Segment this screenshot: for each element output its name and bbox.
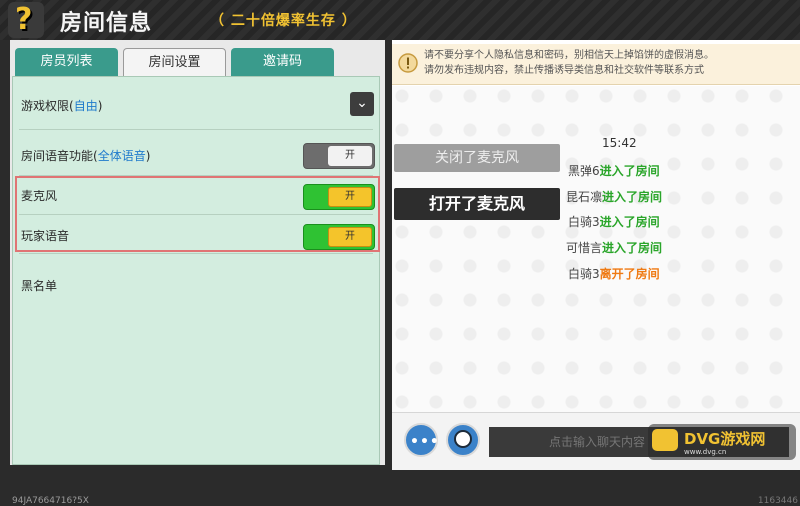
highlight-box	[15, 176, 380, 252]
site-watermark: DVG游戏网 www.dvg.cn	[648, 424, 796, 460]
player-name: 白骑3	[568, 215, 600, 229]
page-title: 房间信息	[60, 11, 153, 36]
room-id-footer: 94JA7664716?5X	[12, 496, 89, 506]
more-options-button[interactable]: •••	[404, 423, 440, 457]
settings-panel: 房员列表 房间设置 邀请码 游戏权限(自由) ⌄ 房间语音功能(全体语音) 开 …	[10, 40, 385, 506]
chevron-down-icon: ⌄	[356, 95, 368, 111]
blacklist-label[interactable]: 黑名单	[21, 277, 57, 294]
chat-log[interactable]: 关闭了麦克风 15:42 打开了麦克风 黑弹6进入了房间 昆石凛进入了房间 白骑…	[392, 86, 800, 416]
smiley-icon	[454, 430, 472, 448]
ellipsis-icon: •••	[410, 434, 440, 450]
notice-line-1: 请不要分享个人隐私信息和密码，别相信天上掉馅饼的虚假消息。	[424, 50, 714, 61]
safety-notice: 请不要分享个人隐私信息和密码，别相信天上掉馅饼的虚假消息。 请勿发布违规内容，禁…	[392, 44, 800, 85]
game-permission-row: 游戏权限(自由)	[21, 99, 103, 113]
chat-timestamp: 15:42	[602, 136, 637, 150]
message-action: 进入了房间	[599, 215, 660, 229]
game-permission-label: 游戏权限	[21, 99, 70, 113]
room-voice-toggle[interactable]: 开	[303, 143, 375, 169]
warning-icon	[398, 53, 418, 73]
game-permission-value: 自由	[73, 99, 98, 113]
watermark-text: DVG游戏网	[684, 430, 766, 448]
mic-closed-event: 关闭了麦克风	[394, 144, 560, 172]
question-mark-icon: ?	[15, 2, 33, 37]
emoji-button[interactable]	[446, 423, 480, 457]
tab-member-list[interactable]: 房员列表	[15, 48, 118, 76]
system-message: 昆石凛进入了房间	[566, 188, 662, 205]
toggle-knob: 开	[328, 146, 372, 166]
notice-line-2: 请勿发布违规内容，禁止传播诱导类信息和社交软件等联系方式	[424, 65, 704, 76]
message-action: 进入了房间	[602, 241, 663, 255]
watermark-url: www.dvg.cn	[684, 448, 727, 456]
divider	[19, 253, 373, 254]
mic-opened-event: 打开了麦克风	[394, 188, 560, 220]
game-permission-dropdown[interactable]: ⌄	[350, 92, 374, 116]
message-action: 进入了房间	[602, 190, 663, 204]
room-voice-row: 房间语音功能(全体语音)	[21, 149, 151, 163]
player-name: 白骑3	[568, 267, 600, 281]
footer-number: 1163446	[757, 496, 798, 506]
divider	[19, 129, 373, 130]
system-message: 黑弹6进入了房间	[568, 162, 660, 179]
tab-invite-code[interactable]: 邀请码	[231, 48, 334, 76]
system-message: 白骑3离开了房间	[568, 265, 660, 282]
system-message: 白骑3进入了房间	[568, 213, 660, 230]
player-name: 黑弹6	[568, 164, 600, 178]
chat-panel: 请不要分享个人隐私信息和密码，别相信天上掉馅饼的虚假消息。 请勿发布违规内容，禁…	[392, 40, 800, 506]
system-message: 可惜言进入了房间	[566, 239, 662, 256]
player-name: 可惜言	[566, 241, 603, 255]
room-voice-value: 全体语音	[97, 149, 146, 163]
top-bar: ? 房间信息 （ 二十倍爆率生存 ）	[0, 0, 800, 40]
message-action: 离开了房间	[599, 267, 660, 281]
settings-content: 游戏权限(自由) ⌄ 房间语音功能(全体语音) 开 麦克风 开 玩家语音 开 黑…	[12, 76, 380, 465]
help-button[interactable]: ?	[8, 2, 44, 38]
message-action: 进入了房间	[599, 164, 660, 178]
tab-room-settings[interactable]: 房间设置	[123, 48, 226, 76]
room-voice-label: 房间语音功能	[21, 149, 94, 163]
player-name: 昆石凛	[566, 190, 603, 204]
gamepad-logo-icon	[652, 429, 678, 451]
notice-text: 请不要分享个人隐私信息和密码，别相信天上掉馅饼的虚假消息。 请勿发布违规内容，禁…	[424, 48, 714, 78]
room-mode-subtitle: （ 二十倍爆率生存 ）	[210, 13, 357, 29]
